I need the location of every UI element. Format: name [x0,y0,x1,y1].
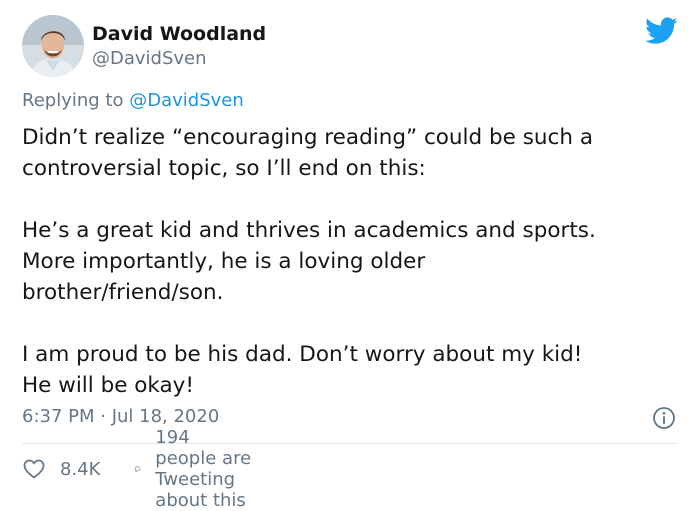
divider [22,443,678,444]
author-info: David Woodland @DavidSven [92,22,266,71]
tweet-card: David Woodland @DavidSven Replying to @D… [0,0,700,511]
avatar[interactable] [22,15,84,77]
like-count: 8.4K [60,458,101,480]
tweet-line: He’s a great kid and thrives in academic… [22,218,596,243]
tweet-text: Didn’t realize “encouraging reading” cou… [22,122,682,432]
author-display-name[interactable]: David Woodland [92,22,266,46]
tweet-line: Didn’t realize “encouraging reading” cou… [22,125,593,150]
tweet-line: I am proud to be his dad. Don’t worry ab… [22,342,583,367]
replying-to-mention[interactable]: @DavidSven [129,90,244,111]
tweet-paragraph: He’s a great kid and thrives in academic… [22,215,682,308]
replying-to: Replying to @DavidSven [22,89,244,113]
tweeting-about-button[interactable]: 194 people are Tweeting about this [134,427,252,511]
tweet-line: brother/friend/son. [22,280,224,305]
tweet-line: controversial topic, so I’ll end on this… [22,156,426,181]
tweet-line: More importantly, he is a loving older [22,249,426,274]
tweet-line: He will be okay! [22,373,195,398]
tweet-timestamp[interactable]: 6:37 PM · Jul 18, 2020 [22,405,219,429]
replying-to-label: Replying to [22,90,124,111]
tweet-paragraph: Didn’t realize “encouraging reading” cou… [22,122,682,184]
tweet-paragraph: I am proud to be his dad. Don’t worry ab… [22,339,682,401]
twitter-bird-icon[interactable] [645,17,678,45]
author-handle[interactable]: @DavidSven [92,47,266,71]
heart-icon [23,459,45,479]
like-button[interactable]: 8.4K [22,455,100,483]
speech-bubble-icon [134,466,141,473]
tweeting-about-text: 194 people are Tweeting about this [155,427,252,511]
info-icon[interactable] [652,406,676,430]
